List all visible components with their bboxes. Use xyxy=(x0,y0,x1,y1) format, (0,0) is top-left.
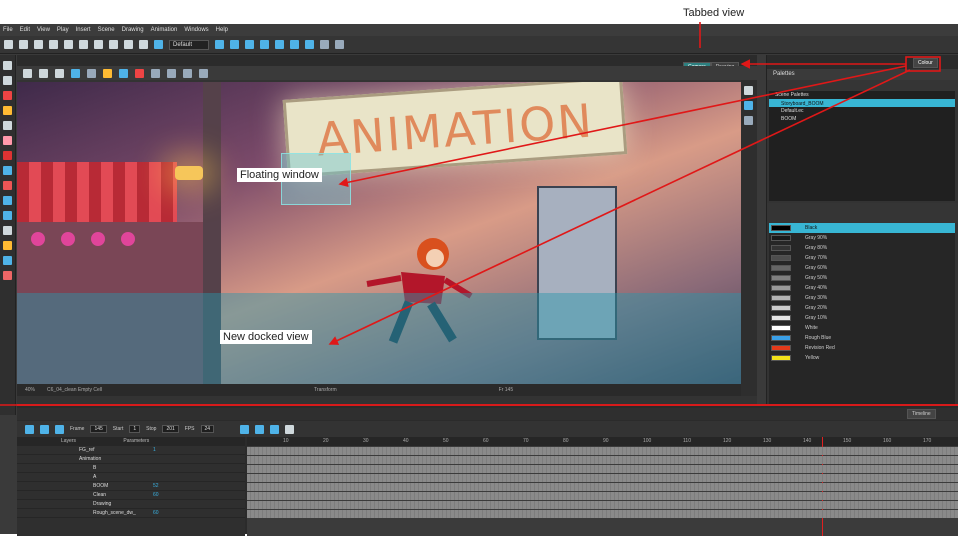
annotation-arrows xyxy=(0,22,958,406)
arrow-to-floating xyxy=(338,65,907,188)
colour-tab-highlight xyxy=(905,56,941,72)
arrow-to-docked xyxy=(328,69,911,345)
